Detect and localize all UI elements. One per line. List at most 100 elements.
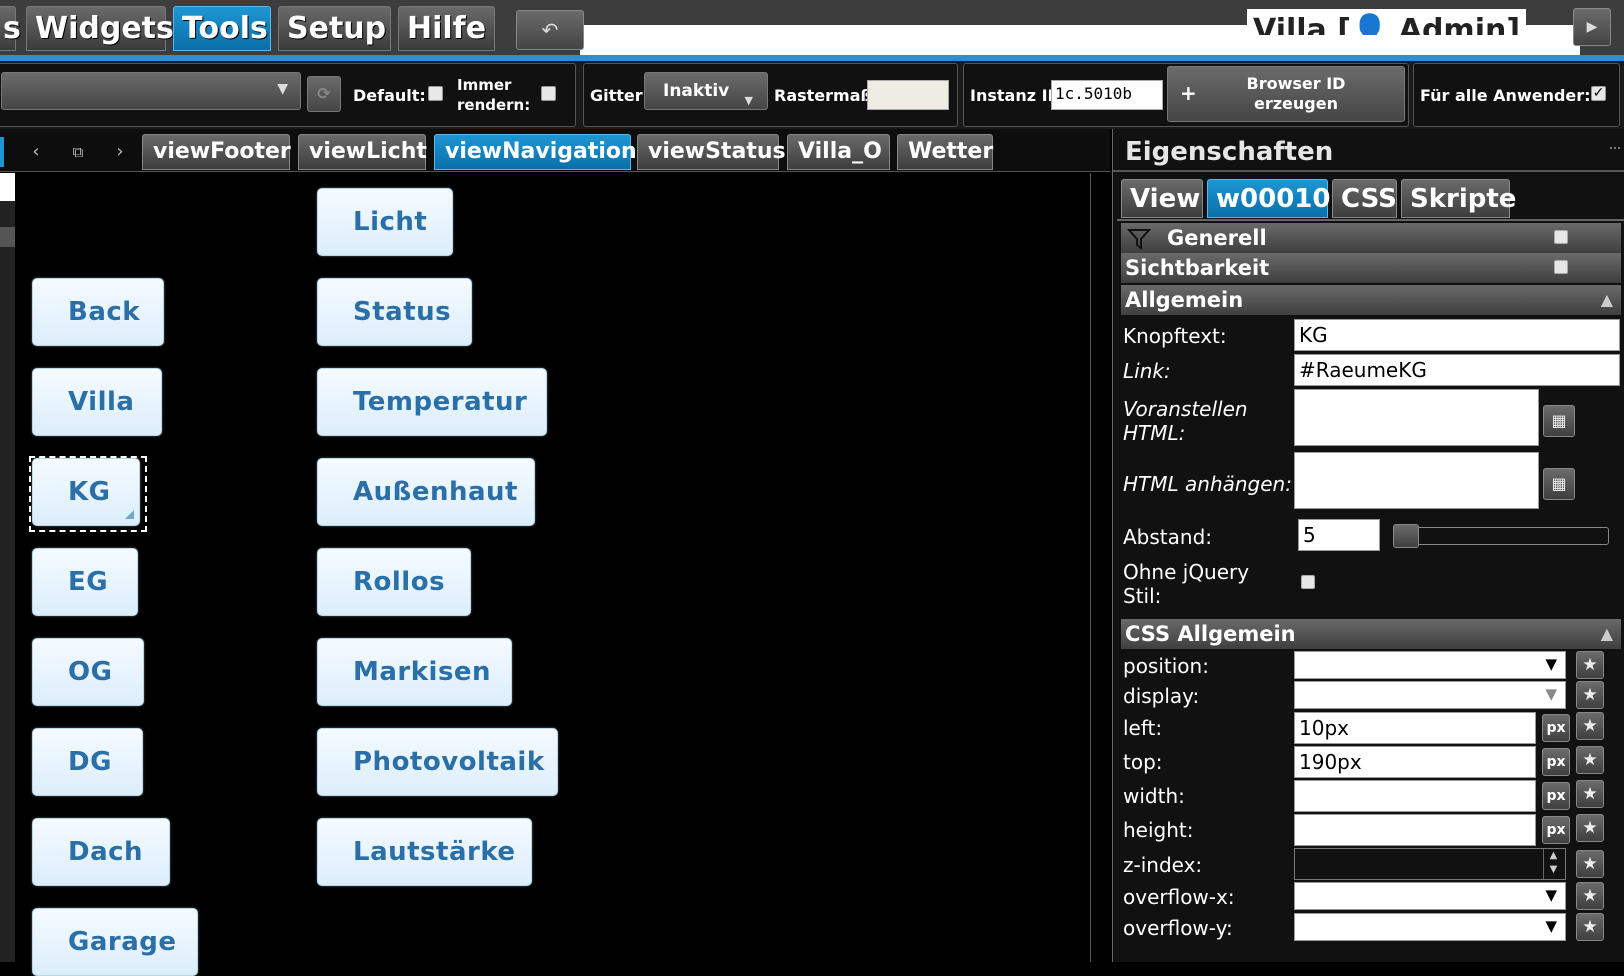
position-select[interactable]: ▼ bbox=[1294, 651, 1566, 679]
nav-button-aussenhaut[interactable]: Außenhaut bbox=[317, 458, 535, 526]
nav-button-licht[interactable]: Licht bbox=[317, 188, 453, 256]
tab-css[interactable]: CSS bbox=[1332, 179, 1397, 218]
view-copy-button[interactable]: ⧉ bbox=[61, 137, 95, 167]
menu-tab-hilfe[interactable]: Hilfe bbox=[398, 6, 495, 51]
instance-id-input[interactable]: 1c.5010b bbox=[1051, 80, 1163, 110]
undo-button[interactable]: ↶ bbox=[516, 10, 584, 50]
left-star-button[interactable]: ★ bbox=[1576, 712, 1604, 740]
play-button[interactable]: ▶ bbox=[1573, 8, 1611, 46]
link-input[interactable]: #RaeumeKG bbox=[1294, 354, 1620, 386]
abstand-slider[interactable] bbox=[1393, 524, 1609, 548]
nav-button-eg[interactable]: EG bbox=[32, 548, 138, 616]
nav-button-garage[interactable]: Garage bbox=[32, 908, 198, 976]
overflowx-star-button[interactable]: ★ bbox=[1576, 882, 1604, 910]
properties-title: Eigenschaften bbox=[1125, 137, 1334, 167]
left-unit-button[interactable]: px bbox=[1542, 714, 1570, 742]
nav-button-markisen[interactable]: Markisen bbox=[317, 638, 512, 706]
generell-checkbox[interactable] bbox=[1554, 230, 1568, 244]
filter-icon[interactable] bbox=[1127, 227, 1151, 251]
append-html-textarea[interactable] bbox=[1294, 452, 1539, 509]
tab-edge bbox=[0, 137, 4, 167]
top-star-button[interactable]: ★ bbox=[1576, 746, 1604, 774]
view-canvas[interactable] bbox=[18, 173, 1090, 962]
no-jquery-checkbox[interactable] bbox=[1301, 575, 1315, 589]
next-view-button[interactable]: › bbox=[103, 137, 137, 167]
section-css-allgemein[interactable]: CSS Allgemein ▲ bbox=[1121, 619, 1621, 649]
menu-tab-setup[interactable]: Setup bbox=[278, 6, 391, 51]
grid-value: Inaktiv bbox=[663, 81, 730, 101]
tab-wetter[interactable]: Wetter bbox=[897, 134, 993, 170]
render-checkbox[interactable] bbox=[541, 86, 556, 101]
prev-view-button[interactable]: ‹ bbox=[19, 137, 53, 167]
nav-button-villa[interactable]: Villa bbox=[32, 368, 162, 436]
tab-viewstatus[interactable]: viewStatus bbox=[637, 134, 786, 170]
append-html-edit-button[interactable]: ▦ bbox=[1543, 468, 1575, 500]
tab-view[interactable]: View bbox=[1121, 179, 1203, 218]
nav-button-photovoltaik[interactable]: Photovoltaik bbox=[317, 728, 558, 796]
star-icon: ★ bbox=[1582, 917, 1598, 937]
chevron-up-icon[interactable]: ▲ bbox=[1601, 285, 1613, 315]
tab-viewfooter[interactable]: viewFooter bbox=[142, 134, 291, 170]
top-input[interactable]: 190px bbox=[1294, 746, 1536, 778]
width-input[interactable] bbox=[1294, 780, 1536, 812]
zindex-input[interactable]: ▲ ▼ bbox=[1294, 848, 1566, 880]
nav-button-temperatur[interactable]: Temperatur bbox=[317, 368, 547, 436]
tab-widget-id[interactable]: w00010 bbox=[1207, 179, 1330, 218]
nav-button-rollos[interactable]: Rollos bbox=[317, 548, 471, 616]
display-star-button[interactable]: ★ bbox=[1576, 681, 1604, 709]
position-star-button[interactable]: ★ bbox=[1576, 651, 1604, 679]
grid-select[interactable]: Inaktiv ▼ bbox=[644, 72, 768, 110]
prepend-html-edit-button[interactable]: ▦ bbox=[1543, 405, 1575, 437]
nav-button-status[interactable]: Status bbox=[317, 278, 472, 346]
menu-tab-widgets[interactable]: Widgets bbox=[26, 6, 174, 51]
display-select[interactable]: ▼ bbox=[1294, 681, 1566, 709]
refresh-icon: ⟳ bbox=[317, 84, 331, 103]
nav-button-og[interactable]: OG bbox=[32, 638, 144, 706]
nav-button-dg[interactable]: DG bbox=[32, 728, 143, 796]
edit-icon: ▦ bbox=[1551, 411, 1567, 430]
overflowx-select[interactable]: ▼ bbox=[1294, 882, 1566, 910]
tab-skripte[interactable]: Skripte bbox=[1401, 179, 1516, 218]
left-input[interactable]: 10px bbox=[1294, 712, 1536, 744]
slider-handle[interactable] bbox=[1393, 524, 1419, 548]
menu-tab-partial[interactable]: s bbox=[0, 6, 21, 51]
nav-button-back[interactable]: Back bbox=[32, 278, 164, 346]
sichtbarkeit-checkbox[interactable] bbox=[1554, 260, 1568, 274]
zindex-star-button[interactable]: ★ bbox=[1576, 850, 1604, 878]
width-unit-button[interactable]: px bbox=[1542, 782, 1570, 810]
create-browser-id-button[interactable]: + Browser ID erzeugen bbox=[1167, 66, 1405, 122]
nav-button-label: Photovoltaik bbox=[353, 747, 545, 777]
nav-button-dach[interactable]: Dach bbox=[32, 818, 170, 886]
all-users-checkbox[interactable]: ✓ bbox=[1591, 86, 1606, 101]
view-select[interactable]: ▼ bbox=[1, 72, 301, 110]
menu-tab-tools[interactable]: Tools bbox=[173, 6, 271, 51]
width-star-button[interactable]: ★ bbox=[1576, 780, 1604, 808]
nav-button-lautstaerke[interactable]: Lautstärke bbox=[317, 818, 532, 886]
panel-grip-icon[interactable] bbox=[1610, 147, 1620, 153]
tab-villa-o[interactable]: Villa_O bbox=[787, 134, 890, 170]
default-checkbox[interactable] bbox=[428, 86, 443, 101]
overflowy-select[interactable]: ▼ bbox=[1294, 913, 1566, 941]
properties-panel: Eigenschaften View w00010 CSS Skripte Ge… bbox=[1112, 129, 1624, 962]
section-sichtbarkeit[interactable]: Sichtbarkeit bbox=[1121, 253, 1621, 283]
prepend-html-textarea[interactable] bbox=[1294, 389, 1539, 446]
overflowy-star-button[interactable]: ★ bbox=[1576, 913, 1604, 941]
chevron-up-icon[interactable]: ▲ bbox=[1601, 619, 1613, 649]
height-input[interactable] bbox=[1294, 814, 1536, 846]
tab-viewlicht[interactable]: viewLicht bbox=[298, 134, 427, 170]
refresh-button[interactable]: ⟳ bbox=[307, 76, 341, 112]
tab-viewnavigation[interactable]: viewNavigation bbox=[434, 134, 637, 170]
raster-input[interactable] bbox=[867, 80, 949, 110]
section-allgemein[interactable]: Allgemein ▲ bbox=[1121, 285, 1621, 315]
height-unit-button[interactable]: px bbox=[1542, 816, 1570, 844]
instance-label: Instanz ID bbox=[970, 86, 1061, 105]
top-unit-button[interactable]: px bbox=[1542, 748, 1570, 776]
canvas-scrollbar[interactable] bbox=[1090, 173, 1110, 962]
height-star-button[interactable]: ★ bbox=[1576, 814, 1604, 842]
section-generell[interactable]: Generell bbox=[1121, 223, 1621, 253]
abstand-input[interactable]: 5 bbox=[1298, 519, 1380, 551]
knopftext-input[interactable]: KG bbox=[1294, 319, 1620, 351]
spinner-arrows-icon[interactable]: ▲ ▼ bbox=[1543, 849, 1563, 879]
resize-handle-icon[interactable] bbox=[125, 510, 134, 519]
render-label-1: Immer bbox=[457, 76, 512, 94]
